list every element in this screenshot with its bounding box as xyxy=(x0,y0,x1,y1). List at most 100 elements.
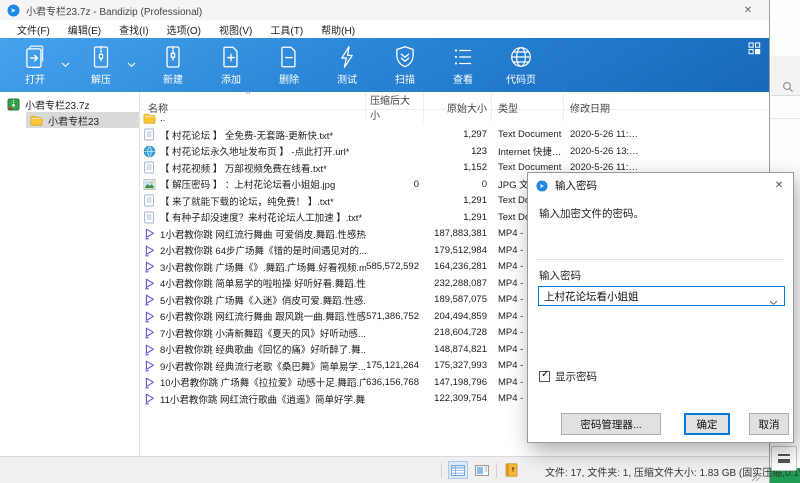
mp4-icon xyxy=(143,277,156,290)
mp4-icon xyxy=(143,310,156,323)
menu-item[interactable]: 编辑(E) xyxy=(59,20,110,39)
mp4-icon xyxy=(143,260,156,273)
menu-item[interactable]: 选项(O) xyxy=(158,20,210,39)
toolbar-view-label: 查看 xyxy=(453,71,473,86)
dialog-title: 输入密码 xyxy=(555,178,597,193)
jpg-icon xyxy=(143,178,156,191)
file-name-cell: 【 村花视频 】 万部视频免费在线看.txt* xyxy=(140,161,366,175)
menu-item[interactable]: 视图(V) xyxy=(210,20,261,39)
toolbar-test-label: 测试 xyxy=(337,71,357,86)
folder-icon xyxy=(143,112,156,125)
file-original-size: 232,288,087 xyxy=(424,278,492,289)
file-original-size: 123 xyxy=(424,146,492,157)
view-switch-button[interactable] xyxy=(771,446,797,471)
file-original-size: 1,291 xyxy=(424,212,492,223)
file-name: .. xyxy=(160,113,165,124)
file-name-cell: 【 村花论坛永久地址发布页 】 -点此打开.url* xyxy=(140,144,366,158)
folder-icon xyxy=(30,114,43,127)
file-name-cell: 3小君教你跳 广场舞《》.舞蹈.广场舞.好看视频.m... xyxy=(140,260,366,274)
file-name: 11小君教你跳 网红流行歌曲《逍遥》简单好学.舞... xyxy=(160,392,366,406)
file-name-cell: 7小君教你跳 小清新舞蹈《夏天的风》好听动感.... xyxy=(140,326,366,340)
table-row[interactable]: 【 村花论坛 】 全免费-无套路-更新快.txt*1,297Text Docum… xyxy=(140,127,769,144)
toolbar-scan-label: 扫描 xyxy=(395,71,415,86)
txt-icon xyxy=(143,211,156,224)
toolbar-view-button[interactable]: 查看 xyxy=(434,44,492,86)
tree-item-archive[interactable]: 小君专栏23.7z xyxy=(0,96,139,112)
file-name: 9小君教你跳 经典流行老歌《桑巴舞》简单易学.... xyxy=(160,359,366,373)
file-name: 10小君教你跳 广场舞《拉拉爱》动感十足.舞蹈.广... xyxy=(160,375,366,389)
file-name-cell: 2小君教你跳 64步广场舞《错的是时间遇见对的... xyxy=(140,243,366,257)
divider xyxy=(771,118,800,119)
file-name: 【 村花论坛 】 全免费-无套路-更新快.txt* xyxy=(160,128,333,142)
toolbar-codepage-button[interactable]: 代码页 xyxy=(492,44,550,86)
mp4-icon xyxy=(143,293,156,306)
chevron-down-icon[interactable] xyxy=(127,55,136,61)
toolbar-add-label: 添加 xyxy=(221,71,241,86)
chevron-down-icon[interactable] xyxy=(61,55,70,61)
file-original-size: 1,291 xyxy=(424,195,492,206)
dialog-close-button[interactable]: ✕ xyxy=(771,177,787,193)
toolbar-new-button[interactable]: 新建 xyxy=(144,44,202,86)
tree-item-folder-selected[interactable]: 小君专栏23 xyxy=(26,112,139,128)
file-packed-size: 571,386,752 xyxy=(366,311,424,322)
file-name-cell: 8小君教你跳 经典歌曲《回忆的痛》好听醉了.舞... xyxy=(140,342,366,356)
file-original-size: 0 xyxy=(424,179,492,190)
list-header: ^ 名称 压缩后大小 原始大小 类型 修改日期 xyxy=(140,92,769,110)
toolbar-open-button[interactable]: 打开 xyxy=(6,44,64,86)
mp4-icon xyxy=(143,392,156,405)
layout-toggle-icon[interactable] xyxy=(748,42,761,55)
menu-item[interactable]: 查找(I) xyxy=(110,20,157,39)
app-logo-icon xyxy=(7,4,20,17)
divider xyxy=(496,463,497,478)
password-label: 输入密码 xyxy=(539,268,581,283)
window-title: 小君专栏23.7z - Bandizip (Professional) xyxy=(26,3,202,18)
file-name: 6小君教你跳 网红流行舞曲 跟风跳一曲.舞蹈.性感... xyxy=(160,309,366,323)
show-password-checkbox[interactable]: ✓ 显示密码 xyxy=(539,369,597,384)
url-icon xyxy=(143,145,156,158)
table-row[interactable]: 【 村花论坛永久地址发布页 】 -点此打开.url*123Internet 快捷… xyxy=(140,143,769,160)
toolbar-add-button[interactable]: 添加 xyxy=(202,44,260,86)
table-row[interactable]: .. xyxy=(140,110,769,127)
statusbar-summary: 文件: 17, 文件夹: 1, 压缩文件大小: 1.83 GB (固实压缩,0.… xyxy=(545,464,800,479)
toolbar-test-button[interactable]: 测试 xyxy=(318,44,376,86)
file-name-cell: 【 村花论坛 】 全免费-无套路-更新快.txt* xyxy=(140,128,366,142)
file-name: 5小君教你跳 广场舞《入迷》俏皮可爱.舞蹈.性感... xyxy=(160,293,366,307)
ok-button[interactable]: 确定 xyxy=(684,413,730,435)
search-icon[interactable] xyxy=(782,80,794,92)
file-name: 2小君教你跳 64步广场舞《错的是时间遇见对的... xyxy=(160,243,366,257)
file-name: 【 来了就能下载的论坛，纯免费！ 】.txt* xyxy=(160,194,334,208)
detail-view-icon[interactable] xyxy=(448,461,468,479)
file-name: 【 解压密码 】 ：上村花论坛看小姐姐.jpg xyxy=(160,177,335,191)
file-name-cell: 5小君教你跳 广场舞《入迷》俏皮可爱.舞蹈.性感... xyxy=(140,293,366,307)
thumbnail-view-icon[interactable] xyxy=(474,463,490,478)
dialog-message: 输入加密文件的密码。 xyxy=(539,206,644,221)
add-file-icon xyxy=(218,44,244,70)
toolbar-delete-button[interactable]: 删除 xyxy=(260,44,318,86)
toolbar-new-label: 新建 xyxy=(163,71,183,86)
toolbar-codepage-label: 代码页 xyxy=(506,71,536,86)
menu-item[interactable]: 帮助(H) xyxy=(312,20,364,39)
open-icon xyxy=(22,44,48,70)
menu-item[interactable]: 文件(F) xyxy=(8,20,59,39)
file-name-cell: 11小君教你跳 网红流行歌曲《逍遥》简单好学.舞... xyxy=(140,392,366,406)
toolbar-extract-label: 解压 xyxy=(91,71,111,86)
file-name: 【 有种子却没速度？来村花论坛人工加速 】.txt* xyxy=(160,210,362,224)
password-book-icon[interactable] xyxy=(503,463,519,478)
file-packed-size: 585,572,592 xyxy=(366,261,424,272)
menu-item[interactable]: 工具(T) xyxy=(261,20,312,39)
file-original-size: 122,309,754 xyxy=(424,393,492,404)
toolbar-scan-button[interactable]: 扫描 xyxy=(376,44,434,86)
password-input[interactable] xyxy=(539,290,769,302)
toolbar-extract-button[interactable]: 解压 xyxy=(72,44,130,86)
app-logo-icon xyxy=(536,179,548,191)
password-combobox[interactable] xyxy=(538,286,785,306)
statusbar: 文件: 17, 文件夹: 1, 压缩文件大小: 1.83 GB (固实压缩,0.… xyxy=(0,456,769,483)
window-close-button[interactable]: ✕ xyxy=(740,2,756,18)
password-manager-button[interactable]: 密码管理器... xyxy=(561,413,661,435)
file-name-cell: 10小君教你跳 广场舞《拉拉爱》动感十足.舞蹈.广... xyxy=(140,375,366,389)
cancel-button[interactable]: 取消 xyxy=(749,413,789,435)
file-name: 【 村花论坛永久地址发布页 】 -点此打开.url* xyxy=(160,144,349,158)
file-original-size: 189,587,075 xyxy=(424,294,492,305)
chevron-down-icon[interactable] xyxy=(769,293,778,299)
resize-grip[interactable] xyxy=(751,469,761,479)
